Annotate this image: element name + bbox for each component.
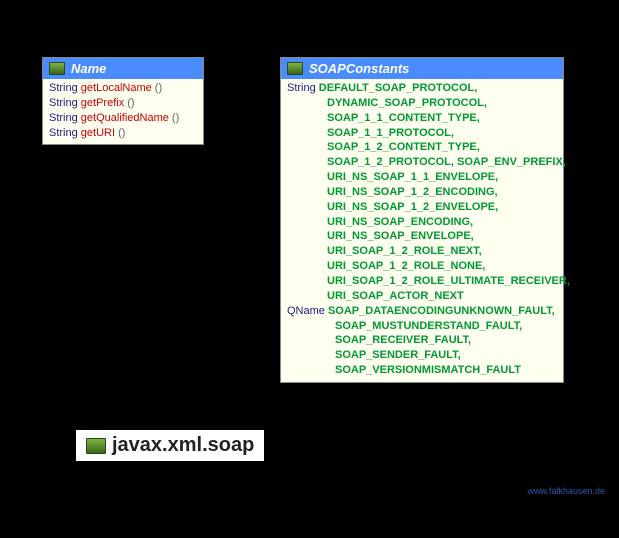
method-row: String getLocalName () (49, 81, 197, 96)
constant-row: String DEFAULT_SOAP_PROTOCOL, (287, 81, 557, 96)
constant-row: URI_SOAP_1_2_ROLE_ULTIMATE_RECEIVER, (287, 274, 557, 289)
constant-row: SOAP_SENDER_FAULT, (287, 348, 557, 363)
constant-name: SOAP_1_2_CONTENT_TYPE, (327, 141, 480, 153)
constant-name: SOAP_DATAENCODINGUNKNOWN_FAULT, (328, 305, 555, 317)
method-name: getPrefix (81, 97, 127, 109)
constant-name: DEFAULT_SOAP_PROTOCOL, (319, 82, 478, 94)
class-header-soapconstants: SOAPConstants (281, 58, 563, 79)
return-type: String (49, 82, 81, 94)
class-box-soapconstants: SOAPConstants String DEFAULT_SOAP_PROTOC… (280, 57, 564, 383)
package-name-text: javax.xml.soap (112, 434, 254, 457)
method-row: String getQualifiedName () (49, 111, 197, 126)
constant-name: SOAP_RECEIVER_FAULT, (335, 334, 471, 346)
constant-name: SOAP_VERSIONMISMATCH_FAULT (335, 364, 521, 376)
return-type: String (49, 112, 81, 124)
constant-row: SOAP_1_1_CONTENT_TYPE, (287, 111, 557, 126)
constant-row: DYNAMIC_SOAP_PROTOCOL, (287, 96, 557, 111)
method-row: String getURI () (49, 126, 197, 141)
method-name: getQualifiedName (81, 112, 172, 124)
constant-row: SOAP_VERSIONMISMATCH_FAULT (287, 363, 557, 378)
package-icon (86, 438, 106, 454)
constant-row: SOAP_RECEIVER_FAULT, (287, 333, 557, 348)
constant-row: SOAP_MUSTUNDERSTAND_FAULT, (287, 319, 557, 334)
constant-row: URI_NS_SOAP_ENCODING, (287, 215, 557, 230)
interface-icon (287, 62, 303, 75)
constant-name: URI_SOAP_ACTOR_NEXT (327, 290, 464, 302)
parens: () (155, 82, 162, 94)
constant-row: URI_NS_SOAP_ENVELOPE, (287, 229, 557, 244)
parens: () (118, 127, 125, 139)
constant-row: URI_SOAP_1_2_ROLE_NEXT, (287, 244, 557, 259)
constant-name: URI_SOAP_1_2_ROLE_NONE, (327, 260, 485, 272)
constant-name: URI_SOAP_1_2_ROLE_NEXT, (327, 245, 482, 257)
method-name: getURI (81, 127, 118, 139)
class-body-name: String getLocalName ()String getPrefix (… (43, 79, 203, 144)
interface-icon (49, 62, 65, 75)
constant-name: URI_NS_SOAP_1_1_ENVELOPE, (327, 171, 498, 183)
field-type: String (287, 82, 319, 94)
constant-name: SOAP_1_1_CONTENT_TYPE, (327, 112, 480, 124)
constant-name: SOAP_1_2_PROTOCOL, SOAP_ENV_PREFIX, (327, 156, 566, 168)
constant-name: URI_NS_SOAP_1_2_ENVELOPE, (327, 201, 498, 213)
constant-row: SOAP_1_1_PROTOCOL, (287, 126, 557, 141)
return-type: String (49, 97, 81, 109)
return-type: String (49, 127, 81, 139)
constant-row: URI_NS_SOAP_1_2_ENCODING, (287, 185, 557, 200)
class-header-name: Name (43, 58, 203, 79)
constant-row: SOAP_1_2_CONTENT_TYPE, (287, 140, 557, 155)
constant-row: URI_SOAP_1_2_ROLE_NONE, (287, 259, 557, 274)
constant-name: SOAP_1_1_PROTOCOL, (327, 127, 454, 139)
constant-name: URI_NS_SOAP_1_2_ENCODING, (327, 186, 498, 198)
parens: () (127, 97, 134, 109)
method-row: String getPrefix () (49, 96, 197, 111)
field-type: QName (287, 305, 328, 317)
class-body-soapconstants: String DEFAULT_SOAP_PROTOCOL,DYNAMIC_SOA… (281, 79, 563, 382)
constant-row: URI_NS_SOAP_1_1_ENVELOPE, (287, 170, 557, 185)
package-label: javax.xml.soap (76, 430, 264, 461)
constant-name: URI_NS_SOAP_ENVELOPE, (327, 230, 474, 242)
constant-name: SOAP_MUSTUNDERSTAND_FAULT, (335, 320, 522, 332)
parens: () (172, 112, 179, 124)
class-title: SOAPConstants (309, 61, 409, 76)
constant-name: URI_NS_SOAP_ENCODING, (327, 216, 473, 228)
class-box-name: Name String getLocalName ()String getPre… (42, 57, 204, 145)
method-name: getLocalName (81, 82, 155, 94)
constant-row: URI_SOAP_ACTOR_NEXT (287, 289, 557, 304)
credit-link: www.falkhausen.de (527, 486, 605, 496)
class-title: Name (71, 61, 106, 76)
constant-name: SOAP_SENDER_FAULT, (335, 349, 461, 361)
constant-name: URI_SOAP_1_2_ROLE_ULTIMATE_RECEIVER, (327, 275, 570, 287)
constant-row: SOAP_1_2_PROTOCOL, SOAP_ENV_PREFIX, (287, 155, 557, 170)
constant-row: URI_NS_SOAP_1_2_ENVELOPE, (287, 200, 557, 215)
constant-row: QName SOAP_DATAENCODINGUNKNOWN_FAULT, (287, 304, 557, 319)
constant-name: DYNAMIC_SOAP_PROTOCOL, (327, 97, 487, 109)
